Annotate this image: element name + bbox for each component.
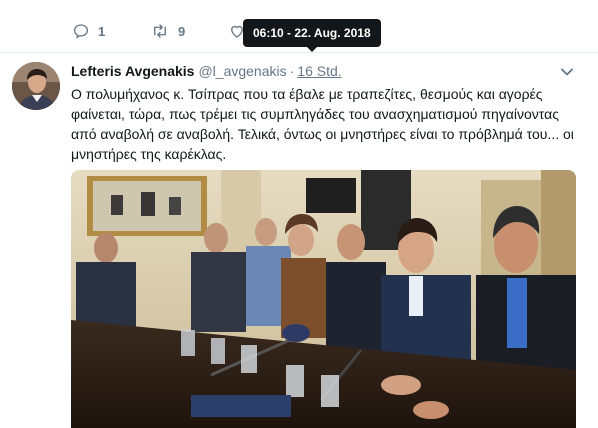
reply-count: 1 [98,23,106,39]
retweet-count: 9 [178,23,186,39]
reply-icon [73,24,89,39]
author-fullname[interactable]: Lefteris Avgenakis [71,63,194,79]
reply-button[interactable]: 1 [72,22,105,40]
tweet-text: Ο πολυμήχανος κ. Τσίπρας που τα έβαλε με… [71,86,574,162]
avatar-image [12,62,60,110]
retweet-icon [154,24,166,38]
tweet-photo[interactable] [71,170,576,428]
previous-tweet-actions: 1 9 06:10 - 22. Aug. 2018 [0,0,598,53]
retweet-button[interactable]: 9 [150,22,185,40]
timestamp-tooltip: 06:10 - 22. Aug. 2018 [243,19,381,52]
tweet[interactable]: Lefteris Avgenakis @l_avgenakis · 16 Std. Ο… [0,53,598,428]
more-options-button[interactable] [560,65,574,84]
cabinet-meeting-photo [71,170,576,428]
author-username[interactable]: @l_avgenakis [198,63,286,79]
tweet-timestamp-link[interactable]: 16 Std. [297,63,341,79]
tweet-header: Lefteris Avgenakis @l_avgenakis · 16 Std. [71,63,342,79]
separator-dot: · [289,63,295,79]
avatar[interactable] [12,62,60,110]
chevron-down-icon [561,68,573,76]
